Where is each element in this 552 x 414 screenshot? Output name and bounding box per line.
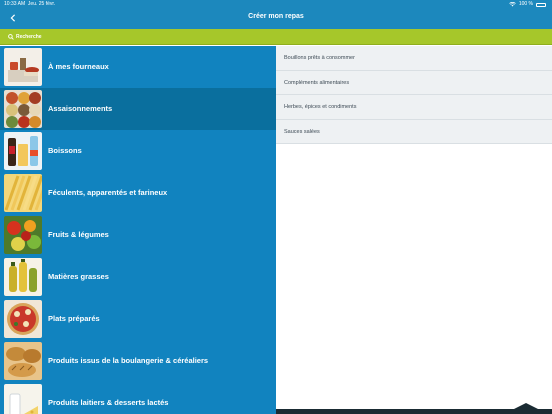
spices-image	[4, 90, 42, 128]
category-item-a-mes-fourneaux[interactable]: À mes fourneaux	[0, 46, 276, 88]
oils-image	[4, 258, 42, 296]
subcategory-item[interactable]: Bouillons prêts à consommer	[276, 46, 552, 71]
search-label: Recherche	[16, 33, 42, 40]
subcategory-pane: Bouillons prêts à consommer Compléments …	[276, 46, 552, 414]
category-label: Fruits & légumes	[48, 230, 109, 239]
status-date: Jeu. 25 févr.	[27, 1, 56, 7]
pizza-image	[4, 300, 42, 338]
category-item-assaisonnements[interactable]: Assaisonnements	[0, 88, 276, 130]
search-icon	[8, 33, 14, 40]
category-label: Produits laitiers & desserts lactés	[48, 398, 169, 407]
subcategory-item[interactable]: Compléments alimentaires	[276, 70, 552, 95]
subcategory-item[interactable]: Sauces salées	[276, 119, 552, 144]
category-item-fruits-legumes[interactable]: Fruits & légumes	[0, 214, 276, 256]
category-label: Assaisonnements	[48, 104, 113, 113]
category-item-boulangerie[interactable]: Produits issus de la boulangerie & céréa…	[0, 340, 276, 382]
category-item-matieres-grasses[interactable]: Matières grasses	[0, 256, 276, 298]
battery-percent: 100 %	[518, 1, 533, 7]
bottom-bar	[276, 409, 552, 414]
status-bar: 10:33 AM Jeu. 25 févr. 100 %	[0, 0, 552, 9]
category-item-plats-prepares[interactable]: Plats préparés	[0, 298, 276, 340]
wifi-icon	[509, 2, 516, 7]
chevron-up-icon[interactable]	[514, 403, 538, 409]
category-label: Produits issus de la boulangerie & céréa…	[48, 356, 209, 365]
status-time: 10:33 AM Jeu. 25 févr.	[4, 0, 55, 9]
category-list: À mes fourneaux Assaisonnements Boissons…	[0, 46, 276, 414]
drinks-image	[4, 132, 42, 170]
vegetables-image	[4, 216, 42, 254]
status-time-text: 10:33 AM	[4, 1, 26, 7]
category-label: Matières grasses	[48, 272, 109, 281]
search-button[interactable]: Recherche	[8, 32, 42, 41]
category-label: Plats préparés	[48, 314, 100, 323]
status-right: 100 %	[509, 0, 546, 9]
category-item-feculents[interactable]: Féculents, apparentés et farineux	[0, 172, 276, 214]
dairy-image	[4, 384, 42, 414]
bread-image	[4, 342, 42, 380]
search-bar: Recherche	[0, 29, 552, 45]
category-label: Féculents, apparentés et farineux	[48, 188, 168, 197]
subcategory-item[interactable]: Herbes, épices et condiments	[276, 95, 552, 120]
pasta-image	[4, 174, 42, 212]
category-label: À mes fourneaux	[48, 62, 109, 71]
kitchen-image	[4, 48, 42, 86]
category-item-produits-laitiers[interactable]: Produits laitiers & desserts lactés	[0, 382, 276, 414]
category-label: Boissons	[48, 146, 82, 155]
page-title: Créer mon repas	[248, 13, 304, 20]
nav-bar: Créer mon repas	[0, 9, 552, 29]
category-item-boissons[interactable]: Boissons	[0, 130, 276, 172]
battery-icon	[536, 2, 546, 7]
